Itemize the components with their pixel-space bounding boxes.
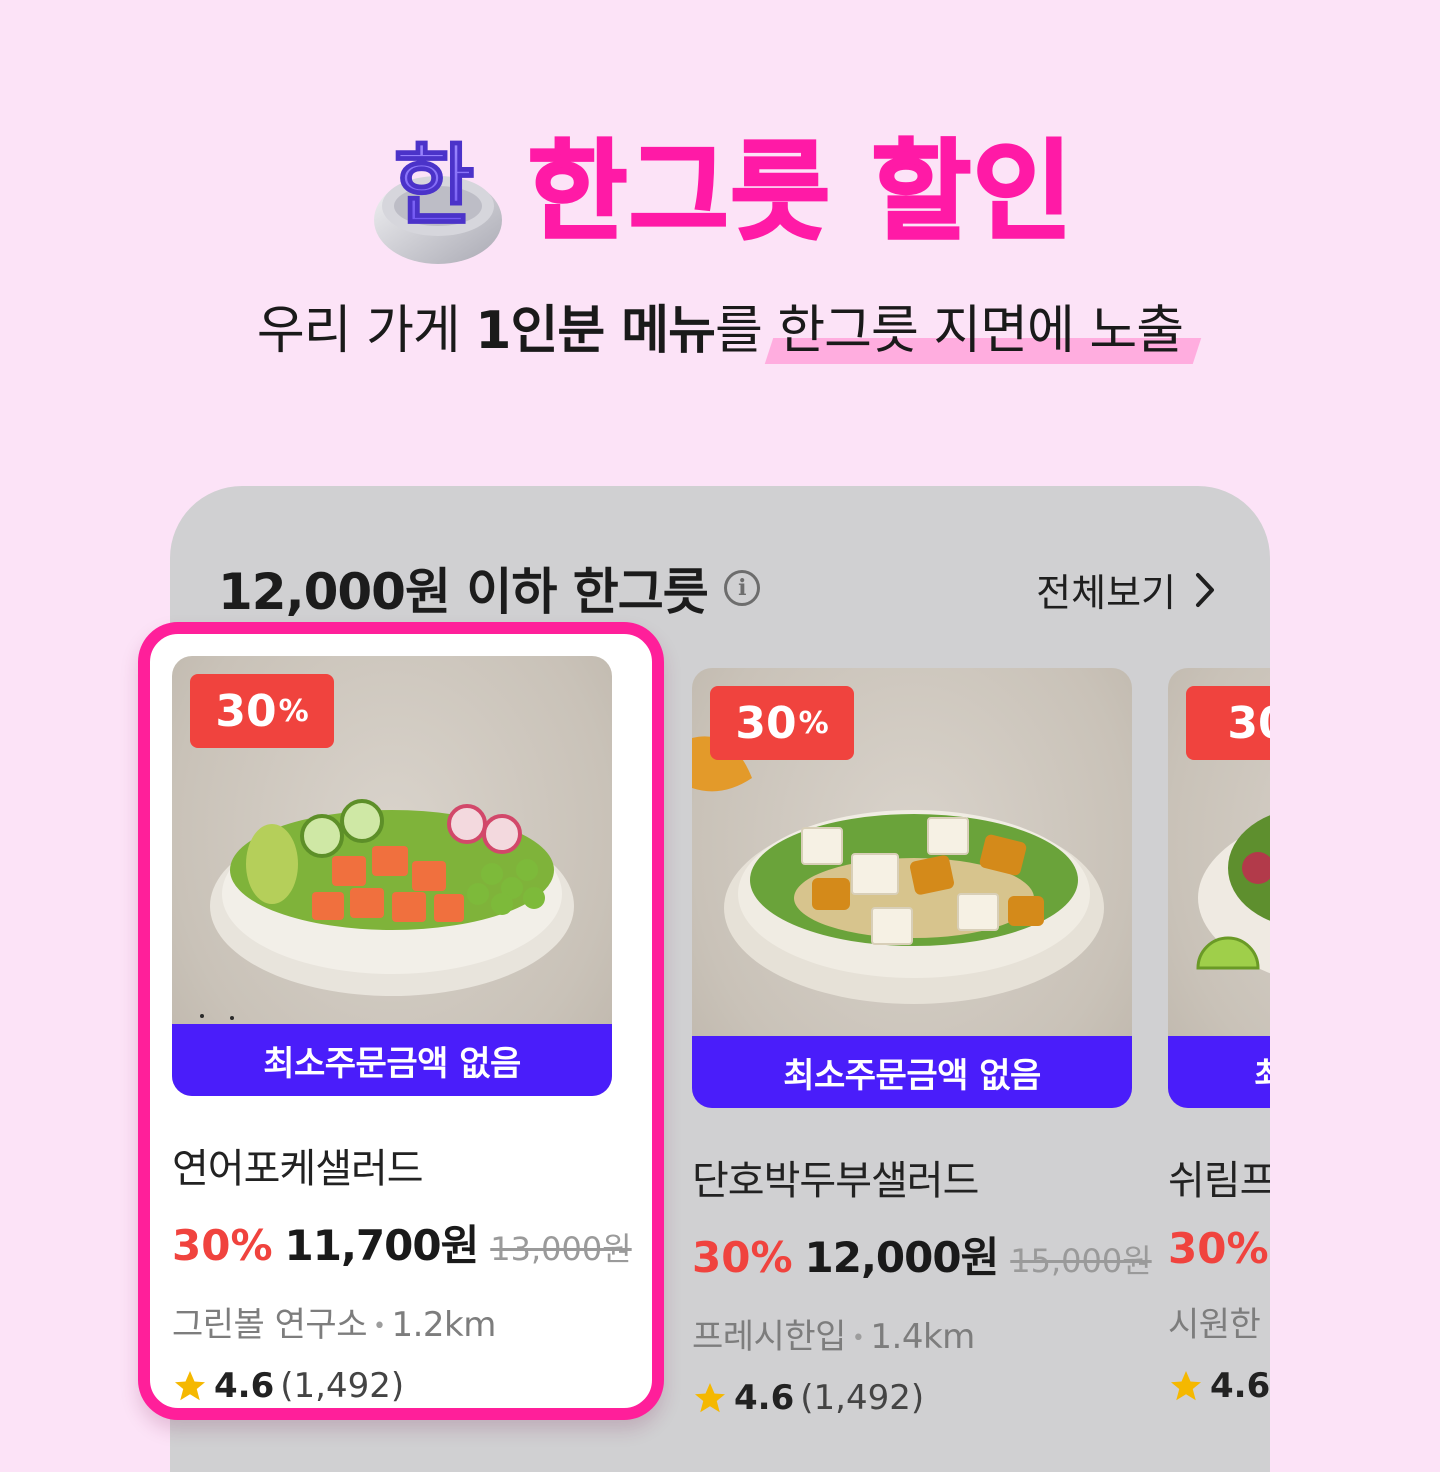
svg-text:한: 한	[393, 134, 474, 237]
view-all-link[interactable]: 전체보기	[1036, 562, 1216, 617]
store-info: 그린볼 연구소 • 1.2km	[172, 1297, 612, 1346]
store-name: 그린볼 연구소	[172, 1305, 368, 1345]
rating-row: 4.6 (1,492)	[692, 1378, 1132, 1418]
discount-badge: 30%	[710, 686, 854, 760]
chevron-right-icon	[1196, 572, 1214, 607]
menu-name: 쉬림프	[1168, 1158, 1270, 1204]
subtitle-bold-text: 1인분 메뉴	[475, 301, 716, 361]
min-order-banner: 최	[1168, 1036, 1270, 1108]
review-count: (1,492)	[800, 1378, 925, 1418]
separator-dot: •	[373, 1314, 386, 1339]
original-price: 15,000원	[1010, 1242, 1152, 1280]
original-price: 13,000원	[490, 1230, 632, 1268]
rating-value: 4.6	[214, 1366, 275, 1406]
star-icon	[695, 1383, 725, 1413]
subtitle-highlight: 한그릇 지면에 노출	[777, 296, 1184, 366]
food-image: 30% 최소주문금액 없음	[692, 668, 1132, 1108]
min-order-banner: 최소주문금액 없음	[172, 1024, 612, 1096]
menu-card[interactable]: 30% 최소주문금액 없음 단호박두부샐러드 30% 12,000원 15,00…	[692, 668, 1152, 1418]
store-name: 시원한	[1168, 1305, 1261, 1345]
sale-price: 12,000원	[804, 1233, 1000, 1282]
section-title: 12,000원 이하 한그릇 i	[218, 552, 760, 624]
menu-card[interactable]: 30 최 쉬림프 30% 시원한 4.6	[1168, 668, 1270, 1406]
menu-name: 단호박두부샐러드	[692, 1158, 979, 1204]
food-image: 30% 최소주문금액 없음	[172, 656, 612, 1096]
info-icon[interactable]: i	[723, 570, 760, 606]
subtitle: 우리 가게 1인분 메뉴를 한그릇 지면에 노출	[0, 296, 1440, 366]
price-row: 30% 11,700원 13,000원	[172, 1212, 632, 1273]
price-row: 30%	[1168, 1224, 1270, 1273]
card-clip: 30 최 쉬림프 30% 시원한 4.6	[1168, 640, 1270, 1420]
discount-rate: 30%	[1168, 1224, 1269, 1273]
store-info: 시원한	[1168, 1297, 1270, 1346]
rating-row: 4.6	[1168, 1366, 1270, 1406]
rating-row: 4.6 (1,492)	[172, 1366, 612, 1406]
store-info: 프레시한입 • 1.4km	[692, 1309, 1132, 1358]
store-name: 프레시한입	[692, 1317, 846, 1357]
min-order-text: 최	[1254, 1055, 1270, 1096]
distance: 1.4km	[870, 1317, 975, 1357]
distance: 1.2km	[391, 1305, 496, 1345]
menu-name: 연어포케샐러드	[172, 1146, 424, 1192]
separator-dot: •	[851, 1326, 865, 1351]
rating-value: 4.6	[734, 1378, 795, 1418]
bowl-logo-icon: 한	[373, 133, 502, 264]
discount-rate: 30%	[172, 1221, 273, 1270]
hero-title: 한 한그릇 할인	[0, 118, 1440, 268]
star-icon	[175, 1371, 205, 1401]
discount-rate: 30%	[692, 1233, 793, 1282]
menu-card[interactable]: 30% 최소주문금액 없음 연어포케샐러드 30% 11,700원 13,000…	[172, 656, 632, 1406]
review-count: (1,492)	[280, 1366, 405, 1406]
min-order-banner: 최소주문금액 없음	[692, 1036, 1132, 1108]
price-row: 30% 12,000원 15,000원	[692, 1224, 1152, 1285]
discount-badge: 30	[1186, 686, 1270, 760]
food-image: 30 최	[1168, 668, 1270, 1108]
rating-value: 4.6	[1210, 1366, 1270, 1406]
subtitle-text: 우리 가게	[256, 301, 476, 361]
star-icon	[1171, 1371, 1201, 1401]
sale-price: 11,700원	[284, 1221, 480, 1270]
page-title: 한그릇 할인	[526, 130, 1075, 255]
section-title-text: 12,000원 이하 한그릇	[218, 563, 709, 621]
view-all-label: 전체보기	[1036, 571, 1176, 615]
discount-badge: 30%	[190, 674, 334, 748]
